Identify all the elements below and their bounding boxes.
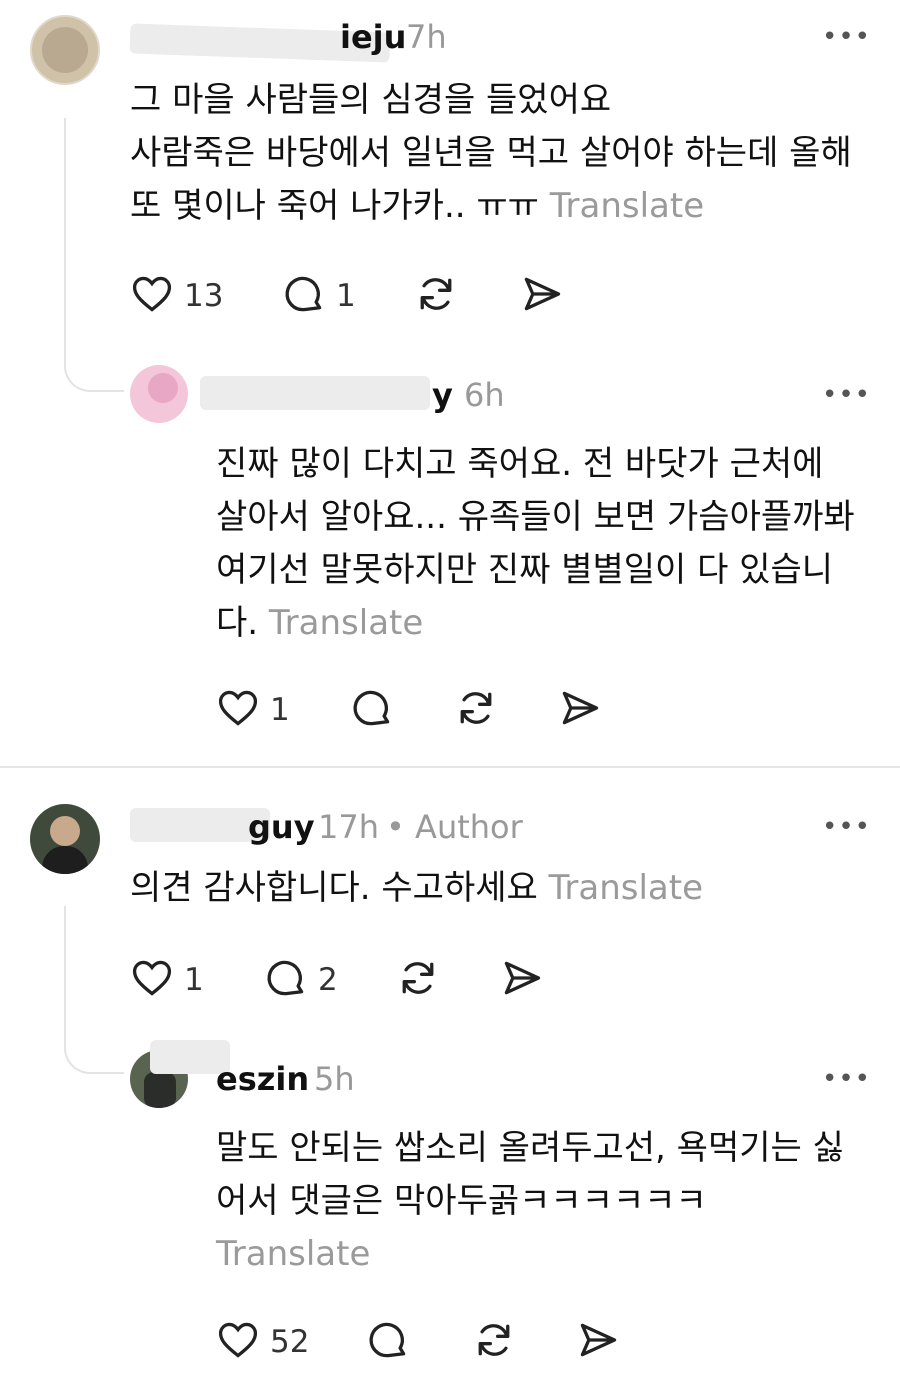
thread-line	[64, 906, 66, 1030]
reply-count: 2	[318, 962, 338, 998]
comment-icon	[282, 272, 326, 320]
repost-icon	[414, 272, 458, 320]
thread-connector	[64, 1020, 124, 1074]
like-count: 1	[184, 962, 204, 998]
reply-button[interactable]: 2	[264, 956, 338, 1004]
more-icon[interactable]: •••	[822, 380, 871, 410]
share-button[interactable]	[576, 1318, 620, 1366]
comment-text: 말도 안되는 쌉소리 올려두고선, 욕먹기는 싫 어서 댓글은 막아두곩ㅋㅋㅋㅋ…	[216, 1122, 886, 1281]
reply-button[interactable]	[366, 1318, 410, 1366]
share-icon	[558, 686, 602, 734]
avatar[interactable]	[30, 15, 100, 85]
reply-button[interactable]	[350, 686, 394, 734]
repost-icon	[396, 956, 440, 1004]
repost-button[interactable]	[472, 1318, 516, 1366]
share-icon	[500, 956, 544, 1004]
more-icon[interactable]: •••	[822, 812, 871, 842]
timestamp: 7h	[406, 18, 447, 56]
username[interactable]: y	[432, 376, 453, 414]
timestamp: 5h	[314, 1060, 355, 1098]
share-button[interactable]	[520, 272, 564, 320]
repost-button[interactable]	[454, 686, 498, 734]
repost-button[interactable]	[396, 956, 440, 1004]
heart-icon	[130, 272, 174, 320]
comment-icon	[350, 686, 394, 734]
text-line: 또 몇이나 죽어 나가카.. ㅠㅠ Translate	[130, 186, 705, 226]
share-icon	[576, 1318, 620, 1366]
text-line: 진짜 많이 다치고 죽어요. 전 바닷가 근처에	[216, 444, 824, 484]
comment-text: 진짜 많이 다치고 죽어요. 전 바닷가 근처에 살아서 알아요... 유족들이…	[216, 438, 886, 650]
thread-connector	[64, 330, 124, 392]
text-line: Translate	[216, 1228, 886, 1281]
timestamp: 17h	[318, 808, 379, 846]
repost-icon	[454, 686, 498, 734]
username[interactable]: guy	[248, 808, 315, 846]
username[interactable]: ieju	[340, 18, 406, 56]
text-line: 사람죽은 바당에서 일년을 먹고 살어야 하는데 올해	[130, 133, 852, 173]
text-line: 말도 안되는 쌉소리 올려두고선, 욕먹기는 싫	[216, 1128, 844, 1168]
divider	[0, 766, 900, 768]
like-count: 52	[270, 1324, 310, 1360]
reply-count: 1	[336, 278, 356, 314]
username[interactable]: eszin	[216, 1060, 309, 1098]
comment-text: 그 마을 사람들의 심경을 들었어요 사람죽은 바당에서 일년을 먹고 살어야 …	[130, 74, 890, 233]
heart-icon	[216, 1318, 260, 1366]
author-tag: • Author	[386, 808, 523, 846]
heart-icon	[216, 686, 260, 734]
translate-link[interactable]: Translate	[216, 1234, 370, 1274]
text-line: 다. Translate	[216, 603, 424, 643]
like-button[interactable]: 13	[130, 272, 223, 320]
text-line: 어서 댓글은 막아두곩ㅋㅋㅋㅋㅋㅋ	[216, 1181, 707, 1221]
thread-line	[64, 118, 66, 338]
translate-link[interactable]: Translate	[269, 603, 423, 643]
avatar[interactable]	[130, 365, 188, 423]
comment-icon	[264, 956, 308, 1004]
avatar[interactable]	[30, 804, 100, 874]
share-icon	[520, 272, 564, 320]
repost-button[interactable]	[414, 272, 458, 320]
repost-icon	[472, 1318, 516, 1366]
more-icon[interactable]: •••	[822, 1064, 871, 1094]
reply-button[interactable]: 1	[282, 272, 356, 320]
comment-text: 의견 감사합니다. 수고하세요 Translate	[130, 862, 890, 915]
more-icon[interactable]: •••	[822, 22, 871, 52]
comment-icon	[366, 1318, 410, 1366]
username-redaction	[200, 376, 430, 410]
share-button[interactable]	[558, 686, 602, 734]
like-button[interactable]: 52	[216, 1318, 309, 1366]
share-button[interactable]	[500, 956, 544, 1004]
like-button[interactable]: 1	[216, 686, 290, 734]
translate-link[interactable]: Translate	[550, 186, 704, 226]
like-button[interactable]: 1	[130, 956, 204, 1004]
text-line: 여기선 말못하지만 진짜 별별일이 다 있습니	[216, 550, 834, 590]
like-count: 1	[270, 692, 290, 728]
text-line: 살아서 알아요... 유족들이 보면 가슴아플까봐	[216, 497, 855, 537]
text-line: 그 마을 사람들의 심경을 들었어요	[130, 80, 612, 120]
translate-link[interactable]: Translate	[549, 868, 703, 908]
like-count: 13	[184, 278, 224, 314]
timestamp: 6h	[464, 376, 505, 414]
text-line: 의견 감사합니다. 수고하세요 Translate	[130, 868, 703, 908]
heart-icon	[130, 956, 174, 1004]
